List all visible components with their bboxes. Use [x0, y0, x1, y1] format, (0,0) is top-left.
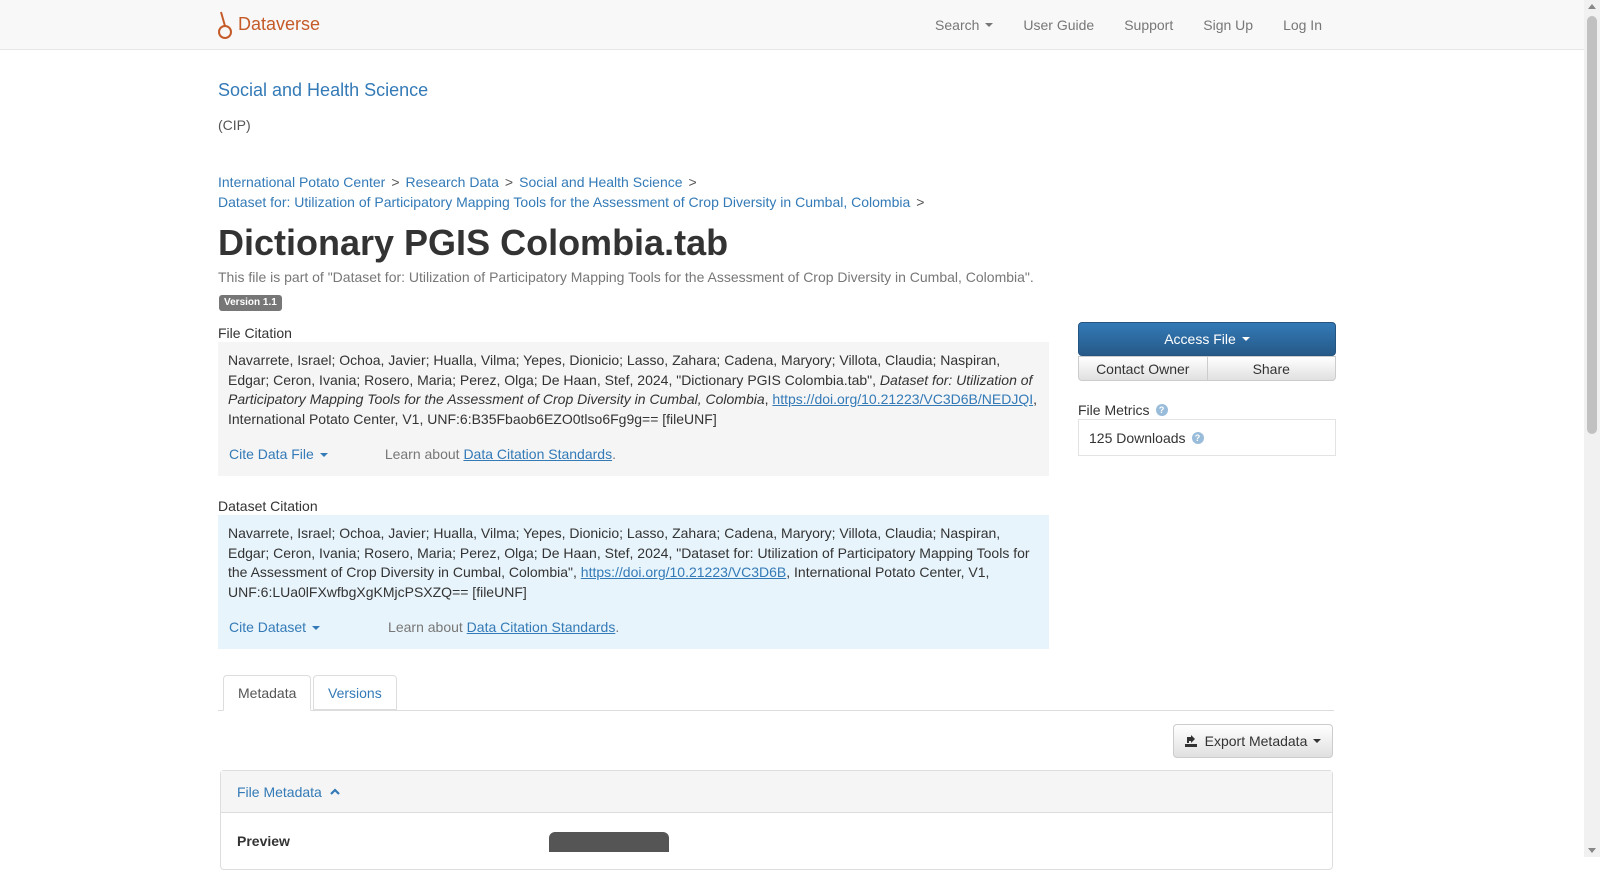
preview-label: Preview	[237, 833, 290, 849]
caret-down-icon	[312, 626, 321, 631]
file-doi-link[interactable]: https://doi.org/10.21223/VC3D6B/NEDJQI	[772, 391, 1033, 407]
scrollbar-thumb[interactable]	[1587, 16, 1597, 434]
learn-prefix: Learn about	[388, 619, 467, 636]
learn-about-text: Learn about Data Citation Standards.	[385, 445, 616, 465]
file-citation-label: File Citation	[218, 325, 292, 341]
data-citation-standards-link[interactable]: Data Citation Standards	[467, 619, 616, 635]
dataset-citation-label: Dataset Citation	[218, 498, 318, 514]
brand-name[interactable]: Dataverse	[238, 14, 320, 35]
caret-down-icon	[1241, 337, 1250, 341]
tab-metadata[interactable]: Metadata	[223, 675, 312, 711]
dataset-citation-text: Navarrete, Israel; Ochoa, Javier; Hualla…	[228, 524, 1039, 602]
cite-data-file-label[interactable]: Cite Data File	[229, 445, 314, 465]
cite-dataset-button[interactable]: Cite Dataset	[229, 618, 321, 638]
breadcrumb-separator: >	[916, 194, 925, 210]
tab-versions[interactable]: Versions	[313, 675, 397, 710]
learn-prefix: Learn about	[384, 446, 464, 463]
top-navbar: Dataverse Search User Guide Support Sign…	[0, 0, 1584, 50]
access-file-label[interactable]: Access File	[1164, 331, 1236, 347]
breadcrumb: International Potato Center > Research D…	[218, 172, 1218, 212]
cite-dataset-label[interactable]: Cite Dataset	[229, 618, 306, 638]
dataset-citation-actions: Cite Dataset Learn about Data Citation S…	[229, 618, 619, 638]
brand-link[interactable]: Dataverse	[218, 9, 320, 39]
breadcrumb-separator: >	[391, 174, 400, 190]
file-action-buttons: Contact Owner Share	[1078, 356, 1336, 381]
part-of-text: This file is part of "Dataset for: Utili…	[218, 269, 1034, 285]
file-metadata-heading[interactable]: File Metadata	[237, 784, 322, 800]
nav-menu: Search User Guide Support Sign Up Log In	[905, 0, 1322, 50]
file-citation-actions: Cite Data File Learn about Data Citation…	[229, 445, 616, 465]
dataverse-affiliation: (CIP)	[218, 117, 251, 133]
caret-down-icon	[319, 453, 328, 458]
nav-sign-up[interactable]: Sign Up	[1203, 17, 1253, 33]
learn-suffix: .	[612, 446, 616, 463]
file-metrics-heading: File Metrics ?	[1078, 402, 1168, 418]
share-button[interactable]: Share	[1207, 356, 1336, 381]
data-citation-standards-link[interactable]: Data Citation Standards	[463, 446, 612, 462]
breadcrumb-separator: >	[688, 174, 697, 190]
downloads-count: 125 Downloads	[1089, 429, 1186, 446]
nav-search[interactable]: Search	[935, 17, 994, 33]
dataverse-name-link[interactable]: Social and Health Science	[218, 80, 428, 101]
content-tabs: Metadata Versions	[218, 675, 1334, 711]
access-file-button[interactable]: Access File	[1078, 322, 1336, 356]
dataverse-logo-icon	[218, 11, 232, 39]
export-metadata-button[interactable]: Export Metadata	[1173, 724, 1333, 758]
caret-down-icon	[1313, 739, 1322, 743]
breadcrumb-separator: >	[504, 174, 514, 190]
contact-owner-button[interactable]: Contact Owner	[1078, 356, 1208, 381]
question-circle-icon[interactable]: ?	[1191, 431, 1204, 444]
scroll-down-icon[interactable]	[1588, 848, 1596, 853]
file-citation-box: Navarrete, Israel; Ochoa, Javier; Hualla…	[218, 342, 1049, 476]
breadcrumb-dataset-link[interactable]: Dataset for: Utilization of Participator…	[218, 192, 910, 212]
file-citation-text: Navarrete, Israel; Ochoa, Javier; Hualla…	[228, 351, 1039, 429]
caret-down-icon	[985, 23, 994, 27]
file-metrics-box: 125 Downloads ?	[1078, 419, 1336, 456]
page-title: Dictionary PGIS Colombia.tab	[218, 222, 729, 263]
nav-log-in[interactable]: Log In	[1283, 17, 1322, 33]
file-metadata-toggle[interactable]: File Metadata	[221, 771, 1332, 813]
dataset-citation-box: Navarrete, Israel; Ochoa, Javier; Hualla…	[218, 515, 1049, 649]
export-metadata-label[interactable]: Export Metadata	[1205, 733, 1308, 749]
breadcrumb-item[interactable]: International Potato Center	[218, 172, 385, 192]
breadcrumb-item[interactable]: Research Data	[406, 172, 499, 192]
scroll-up-icon[interactable]	[1588, 4, 1596, 9]
export-icon	[1184, 735, 1197, 747]
page-scrollbar[interactable]	[1584, 0, 1600, 857]
nav-support[interactable]: Support	[1124, 17, 1173, 33]
nav-user-guide[interactable]: User Guide	[1023, 17, 1094, 33]
learn-suffix: .	[615, 619, 620, 636]
question-circle-icon[interactable]: ?	[1155, 404, 1168, 416]
dataset-doi-link[interactable]: https://doi.org/10.21223/VC3D6B	[581, 564, 786, 580]
cite-data-file-button[interactable]: Cite Data File	[229, 445, 328, 465]
nav-search-label[interactable]: Search	[935, 17, 979, 33]
chevron-up-icon	[330, 787, 340, 795]
version-badge: Version 1.1	[219, 295, 282, 311]
preview-image	[549, 832, 669, 852]
learn-about-text: Learn about Data Citation Standards.	[388, 618, 619, 638]
file-metadata-panel: File Metadata Preview	[220, 770, 1333, 870]
file-metrics-label: File Metrics	[1078, 402, 1150, 418]
breadcrumb-item[interactable]: Social and Health Science	[519, 172, 682, 192]
